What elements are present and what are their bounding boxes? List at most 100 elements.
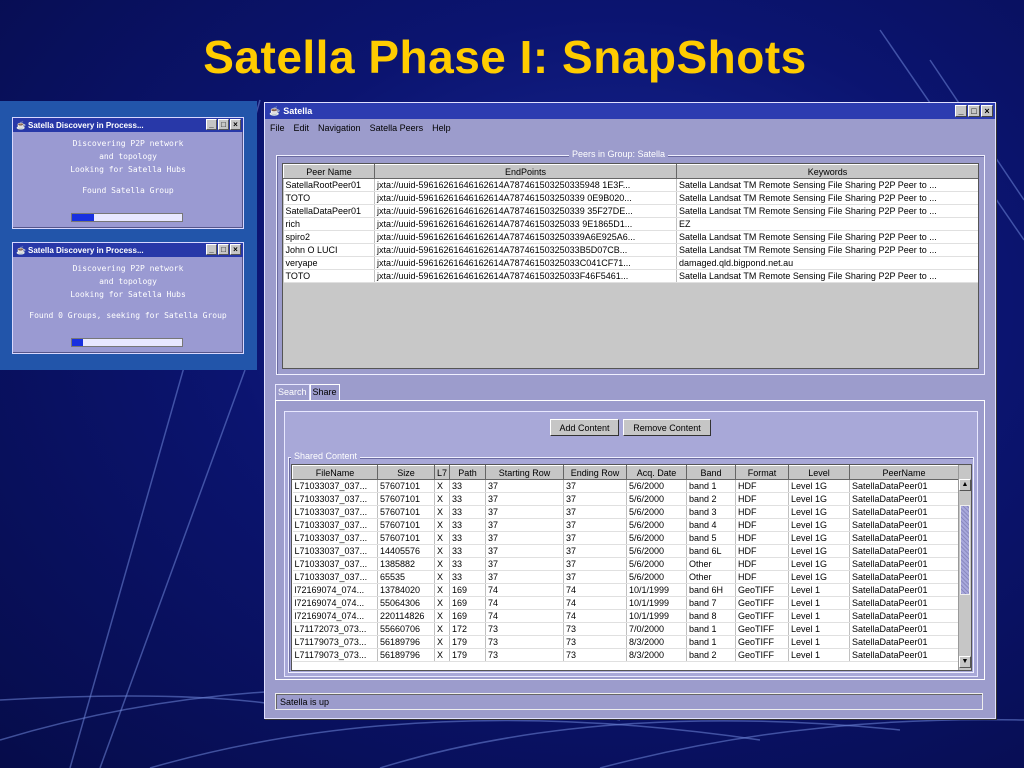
shared-content-legend: Shared Content — [291, 451, 361, 461]
table-row[interactable]: l72169074_074... 13784020 X 169 74 74 10/1/199… — [292, 583, 959, 597]
table-cell: band 1 — [686, 479, 736, 493]
scrollbar-thumb[interactable] — [960, 505, 970, 595]
tab-search[interactable]: Search — [275, 384, 310, 400]
table-row[interactable]: L71179073_073... 56189796 X 179 73 73 8/3/2000… — [292, 648, 959, 662]
table-cell: HDF — [735, 544, 789, 558]
table-cell: 220114826 — [377, 609, 435, 623]
scroll-down-icon[interactable]: ▼ — [959, 656, 971, 668]
menu-edit[interactable]: Edit — [294, 123, 310, 133]
satella-titlebar[interactable]: ☕ Satella _ □ × — [265, 103, 995, 119]
discovery-window-2-titlebar[interactable]: ☕ Satella Discovery in Process... _ □ × — [13, 243, 243, 257]
table-row[interactable]: l72169074_074... 220114826 X 169 74 74 10/1/19… — [292, 609, 959, 623]
table-cell: GeoTIFF — [735, 583, 789, 597]
table-cell: Level 1 — [788, 622, 850, 636]
minimize-icon[interactable]: _ — [206, 119, 217, 130]
table-row[interactable]: spiro2 jxta://uuid-59616261646162614A7874… — [283, 230, 978, 244]
shared-content-column-header[interactable]: Format — [735, 465, 789, 480]
shared-content-column-header[interactable]: Ending Row — [563, 465, 627, 480]
table-cell: 56189796 — [377, 635, 435, 649]
table-cell: 37 — [485, 544, 564, 558]
menu-help[interactable]: Help — [432, 123, 451, 133]
table-cell: 33 — [449, 505, 486, 519]
table-cell: Level 1G — [788, 531, 850, 545]
table-row[interactable]: TOTO jxta://uuid-59616261646162614A787461… — [283, 269, 978, 283]
shared-content-column-header[interactable]: Level — [788, 465, 850, 480]
maximize-icon[interactable]: □ — [218, 119, 229, 130]
discovery-status: Found 0 Groups, seeking for Satella Grou… — [29, 311, 227, 320]
shared-content-column-header[interactable]: Starting Row — [485, 465, 564, 480]
table-cell: band 1 — [686, 635, 736, 649]
peers-column-header[interactable]: Peer Name — [283, 164, 375, 179]
table-cell: 169 — [449, 609, 486, 623]
table-cell: 33 — [449, 544, 486, 558]
table-row[interactable]: John O LUCI jxta://uuid-59616261646162614… — [283, 243, 978, 257]
table-row[interactable]: SatellaDataPeer01 jxta://uuid-59616261646… — [283, 204, 978, 218]
table-row[interactable]: SatellaRootPeer01 jxta://uuid-59616261646… — [283, 178, 978, 192]
menu-satella-peers[interactable]: Satella Peers — [370, 123, 424, 133]
discovery-progress-bar — [71, 338, 183, 347]
peers-column-header[interactable]: EndPoints — [374, 164, 677, 179]
menu-file[interactable]: File — [270, 123, 285, 133]
scroll-up-icon[interactable]: ▲ — [959, 479, 971, 491]
table-row[interactable]: L71033037_037... 14405576 X 33 37 37 5/6/2000 b… — [292, 544, 959, 558]
table-row[interactable]: L71179073_073... 56189796 X 179 73 73 8/3/2000… — [292, 635, 959, 649]
minimize-icon[interactable]: _ — [955, 105, 967, 117]
table-cell: 37 — [485, 531, 564, 545]
table-cell: 74 — [485, 596, 564, 610]
table-row[interactable]: L71033037_037... 65535 X 33 37 37 5/6/2000 Othe… — [292, 570, 959, 584]
table-cell: Satella Landsat TM Remote Sensing File S… — [676, 243, 978, 257]
table-cell: 73 — [485, 648, 564, 662]
table-row[interactable]: L71033037_037... 57607101 X 33 37 37 5/6/2000 b… — [292, 479, 959, 493]
table-row[interactable]: L71033037_037... 57607101 X 33 37 37 5/6/2000 b… — [292, 492, 959, 506]
table-cell: SatellaDataPeer01 — [849, 479, 959, 493]
menu-navigation[interactable]: Navigation — [318, 123, 361, 133]
table-cell: band 8 — [686, 609, 736, 623]
maximize-icon[interactable]: □ — [218, 244, 229, 255]
table-cell: 74 — [563, 596, 627, 610]
table-row[interactable]: L71033037_037... 57607101 X 33 37 37 5/6/2000 b… — [292, 531, 959, 545]
table-cell: band 6H — [686, 583, 736, 597]
shared-content-column-header[interactable]: Band — [686, 465, 736, 480]
discovery-progress-bar — [71, 213, 183, 222]
table-cell: band 2 — [686, 648, 736, 662]
add-content-button[interactable]: Add Content — [550, 419, 619, 436]
table-cell: X — [434, 596, 450, 610]
table-row[interactable]: l72169074_074... 55064306 X 169 74 74 10/1/199… — [292, 596, 959, 610]
table-row[interactable]: L71172073_073... 55660706 X 172 73 73 7/0/2000… — [292, 622, 959, 636]
shared-content-scrollbar[interactable]: ▲ ▼ — [958, 465, 971, 670]
close-icon[interactable]: × — [230, 119, 241, 130]
maximize-icon[interactable]: □ — [968, 105, 980, 117]
tab-share[interactable]: Share — [309, 384, 340, 400]
shared-content-column-header[interactable]: Path — [449, 465, 486, 480]
table-row[interactable]: rich jxta://uuid-59616261646162614A787461… — [283, 217, 978, 231]
shared-content-column-header[interactable]: FileName — [292, 465, 378, 480]
shared-content-column-header[interactable]: PeerName — [849, 465, 959, 480]
remove-content-button[interactable]: Remove Content — [623, 419, 711, 436]
table-cell: 74 — [563, 583, 627, 597]
discovery-line: and topology — [99, 152, 157, 161]
table-row[interactable]: L71033037_037... 57607101 X 33 37 37 5/6/2000 b… — [292, 505, 959, 519]
table-cell: 14405576 — [377, 544, 435, 558]
shared-content-column-header[interactable]: Acq. Date — [626, 465, 687, 480]
table-cell: X — [434, 635, 450, 649]
minimize-icon[interactable]: _ — [206, 244, 217, 255]
peers-table-container: Peer Name EndPoints Keywords SatellaRootPe… — [282, 163, 979, 369]
table-cell: 37 — [485, 518, 564, 532]
table-cell: 5/6/2000 — [626, 531, 687, 545]
discovery-window-1-titlebar[interactable]: ☕ Satella Discovery in Process... _ □ × — [13, 118, 243, 132]
table-cell: 5/6/2000 — [626, 518, 687, 532]
close-icon[interactable]: × — [230, 244, 241, 255]
shared-content-column-header[interactable]: L7 — [434, 465, 450, 480]
table-row[interactable]: L71033037_037... 1385882 X 33 37 37 5/6/2000 Ot… — [292, 557, 959, 571]
close-icon[interactable]: × — [981, 105, 993, 117]
table-cell: HDF — [735, 479, 789, 493]
table-cell: Level 1 — [788, 648, 850, 662]
table-row[interactable]: veryape jxta://uuid-59616261646162614A787… — [283, 256, 978, 270]
table-cell: X — [434, 492, 450, 506]
table-cell: 13784020 — [377, 583, 435, 597]
table-row[interactable]: TOTO jxta://uuid-59616261646162614A787461… — [283, 191, 978, 205]
table-cell: SatellaDataPeer01 — [849, 505, 959, 519]
table-row[interactable]: L71033037_037... 57607101 X 33 37 37 5/6/2000 b… — [292, 518, 959, 532]
shared-content-column-header[interactable]: Size — [377, 465, 435, 480]
peers-column-header[interactable]: Keywords — [676, 164, 978, 179]
